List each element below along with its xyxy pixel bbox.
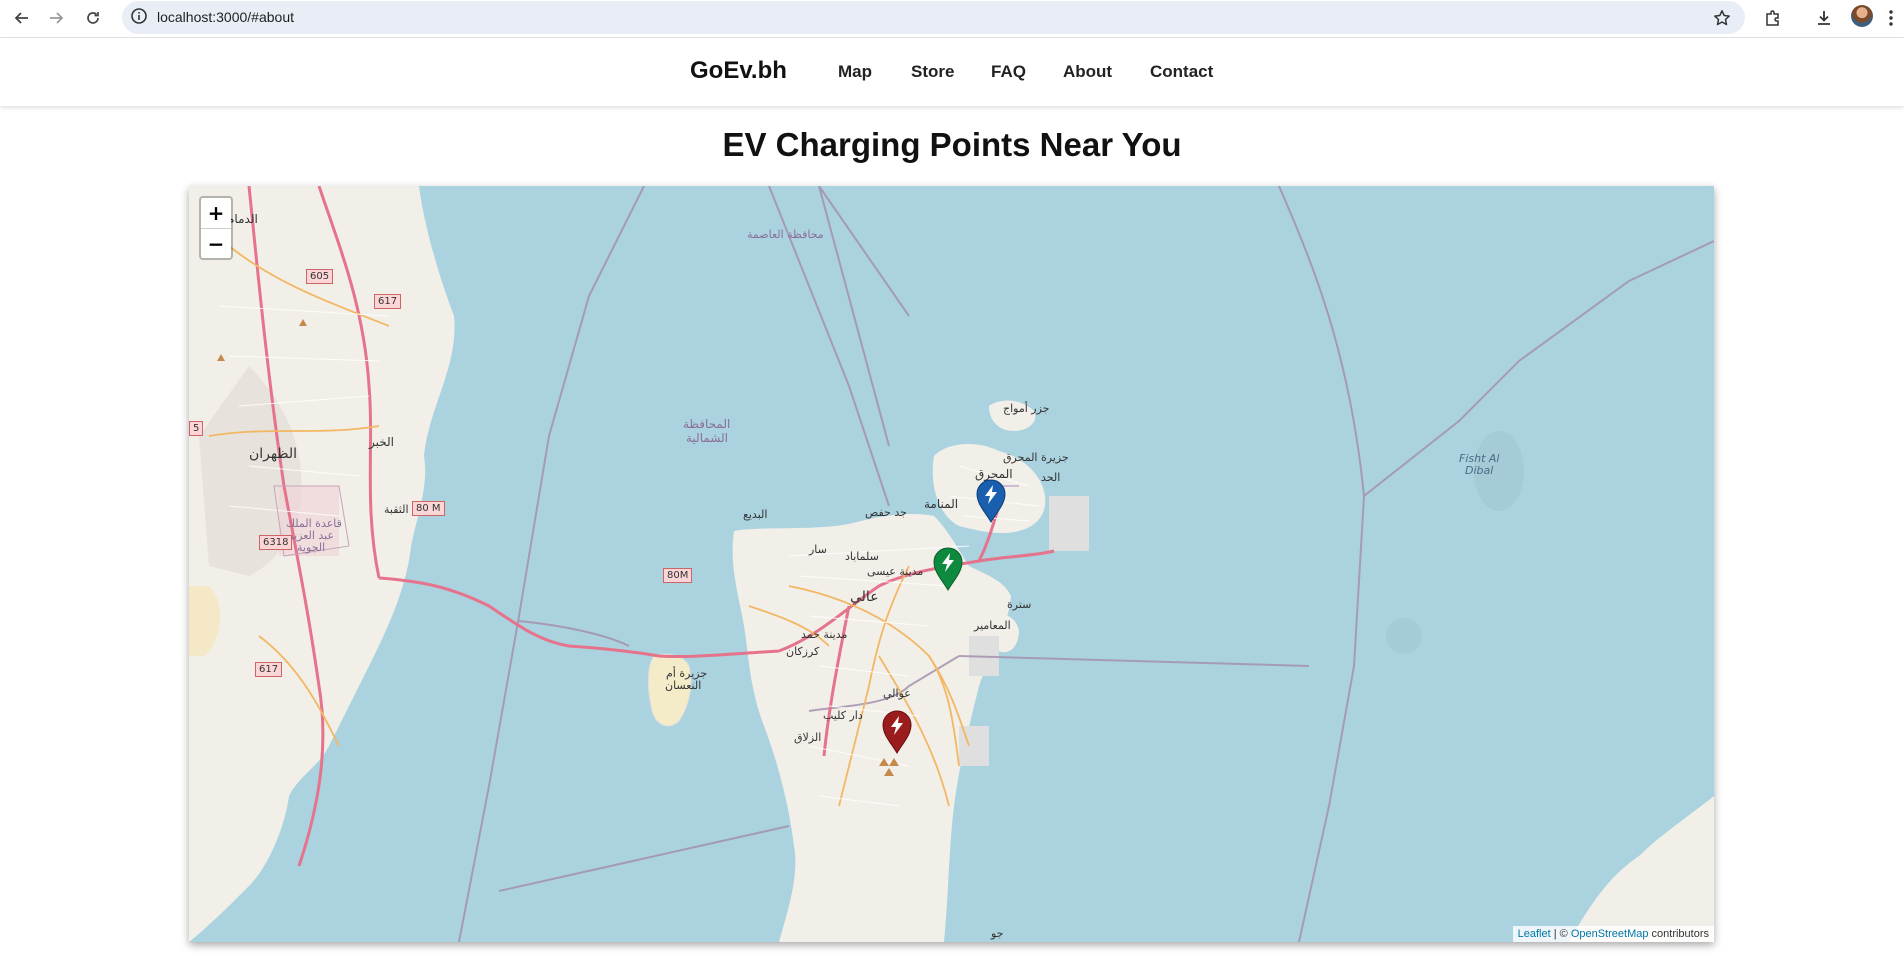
url-text: localhost:3000/#about (157, 9, 294, 25)
attribution-separator: | © (1550, 928, 1571, 940)
road-shield: 80M (663, 568, 693, 583)
reload-button[interactable] (80, 5, 106, 31)
map-label: جزر أمواج (1003, 402, 1050, 415)
forward-button[interactable] (43, 5, 69, 31)
map-label: مدينة حمد (801, 628, 848, 641)
reload-icon (87, 12, 99, 24)
map-label: الخبر (369, 435, 394, 449)
map-label: سلماباد (845, 550, 879, 563)
road-shield: 617 (374, 294, 402, 309)
map-label: الشمالية (686, 431, 728, 445)
puzzle-icon (1766, 10, 1779, 26)
address-bar[interactable]: localhost:3000/#about (122, 1, 1745, 34)
map-label: الثقبة (384, 503, 409, 516)
bookmark-star-button[interactable] (1709, 5, 1735, 31)
map-label: جو (991, 927, 1004, 940)
map-label: عوالي (883, 687, 911, 700)
map-attribution: Leaflet | © OpenStreetMap contributors (1512, 926, 1714, 942)
browser-menu-button[interactable] (1878, 5, 1904, 31)
nav-link-map[interactable]: Map (838, 62, 872, 82)
charging-marker-green[interactable] (932, 547, 964, 591)
map-label: المعامير (974, 619, 1011, 632)
download-icon (1818, 11, 1830, 25)
zoom-control: + − (199, 196, 233, 260)
map-label: سار (809, 543, 827, 556)
zoom-in-button[interactable]: + (201, 198, 231, 228)
map-label: المحافظة (683, 417, 731, 431)
nav-link-about[interactable]: About (1063, 62, 1112, 82)
map-label: المنامة (924, 497, 959, 511)
nav-link-store[interactable]: Store (911, 62, 954, 82)
road-shield: 617 (255, 662, 283, 677)
map-label: Dibal (1465, 464, 1494, 477)
forward-arrow-icon (50, 12, 64, 24)
map-label: كرزكان (786, 645, 820, 658)
nav-link-faq[interactable]: FAQ (991, 62, 1026, 82)
page-title: EV Charging Points Near You (722, 126, 1182, 163)
site-logo[interactable]: GoEv.bh (690, 57, 787, 85)
zoom-out-button[interactable]: − (201, 228, 231, 258)
leaflet-link[interactable]: Leaflet (1518, 928, 1551, 940)
map-label: مدينة عيسى (867, 565, 924, 578)
map-label: جد حفص (865, 506, 907, 519)
map-label: الزلاق (794, 731, 822, 744)
map-label: محافظة العاصمة (747, 228, 824, 241)
site-header: GoEv.bh Map Store FAQ About Contact (0, 38, 1904, 106)
road-shield: 5 (189, 421, 204, 436)
map-label: الظهران (249, 446, 297, 462)
back-button[interactable] (9, 5, 35, 31)
charging-map[interactable]: محافظة العاصمة المحافظة الشمالية جزر أمو… (189, 186, 1714, 942)
map-label: البديع (743, 508, 768, 521)
openstreetmap-link[interactable]: OpenStreetMap (1571, 928, 1649, 940)
profile-avatar[interactable] (1851, 5, 1873, 27)
site-info-icon[interactable] (130, 7, 148, 30)
road-shield: 6318 (259, 535, 293, 550)
attribution-suffix: contributors (1648, 928, 1709, 940)
charging-marker-red[interactable] (881, 710, 913, 754)
extensions-button[interactable] (1760, 5, 1786, 31)
charging-station-pin-icon (933, 547, 963, 591)
map-label: سترة (1007, 598, 1032, 611)
nav-link-contact[interactable]: Contact (1150, 62, 1213, 82)
map-label: الجوية (297, 541, 326, 554)
charging-marker-blue[interactable] (975, 479, 1007, 523)
downloads-button[interactable] (1811, 5, 1837, 31)
road-shield: 80 M (412, 501, 445, 516)
kebab-menu-icon (1889, 10, 1893, 26)
star-icon (1714, 10, 1730, 26)
charging-station-pin-icon (882, 710, 912, 754)
charging-station-pin-icon (976, 479, 1006, 523)
map-label: دار كليب (823, 709, 863, 722)
road-shield: 605 (306, 269, 334, 284)
map-label: النعسان (665, 679, 702, 692)
map-label: الحد (1041, 471, 1061, 484)
map-label: عالي (850, 589, 879, 605)
map-label: جزيرة المحرق (1003, 451, 1069, 464)
browser-toolbar: localhost:3000/#about (0, 0, 1904, 38)
back-arrow-icon (14, 12, 28, 24)
